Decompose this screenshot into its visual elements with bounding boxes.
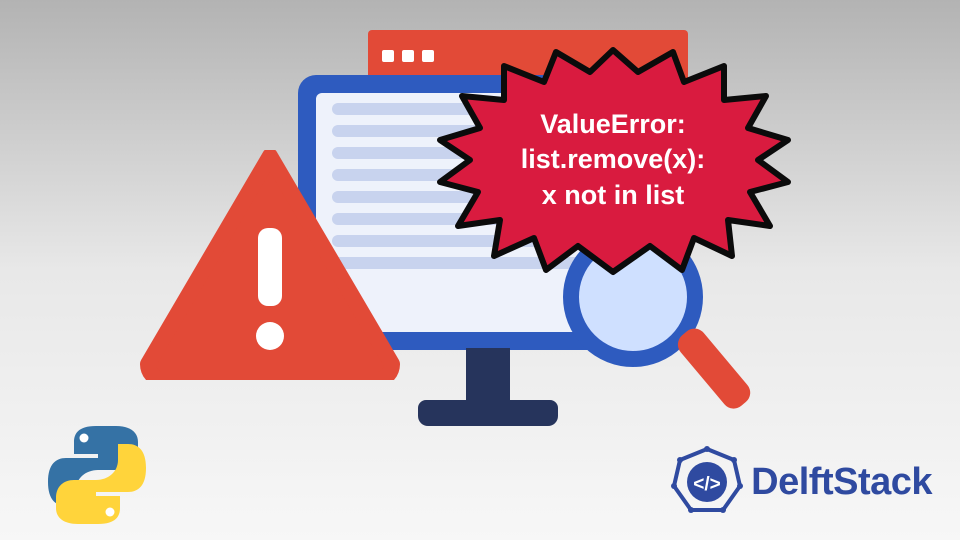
warning-triangle-icon <box>140 150 400 380</box>
python-logo-icon <box>42 420 152 530</box>
error-message: ValueError: list.remove(x): x not in lis… <box>428 40 798 280</box>
window-button <box>402 50 414 62</box>
error-line-3: x not in list <box>542 178 685 213</box>
monitor-stand <box>466 348 510 408</box>
starburst-bubble-icon: ValueError: list.remove(x): x not in lis… <box>428 40 798 280</box>
svg-text:</>: </> <box>693 474 720 495</box>
error-line-1: ValueError: <box>540 107 686 142</box>
delftstack-badge-icon: </> <box>671 446 743 518</box>
illustration-stage: ValueError: list.remove(x): x not in lis… <box>0 0 960 540</box>
window-controls <box>382 50 434 62</box>
error-line-2: list.remove(x): <box>521 142 706 177</box>
window-button <box>382 50 394 62</box>
monitor-base <box>418 400 558 426</box>
delftstack-brand: </> DelftStack <box>671 446 932 518</box>
brand-name: DelftStack <box>751 461 932 504</box>
